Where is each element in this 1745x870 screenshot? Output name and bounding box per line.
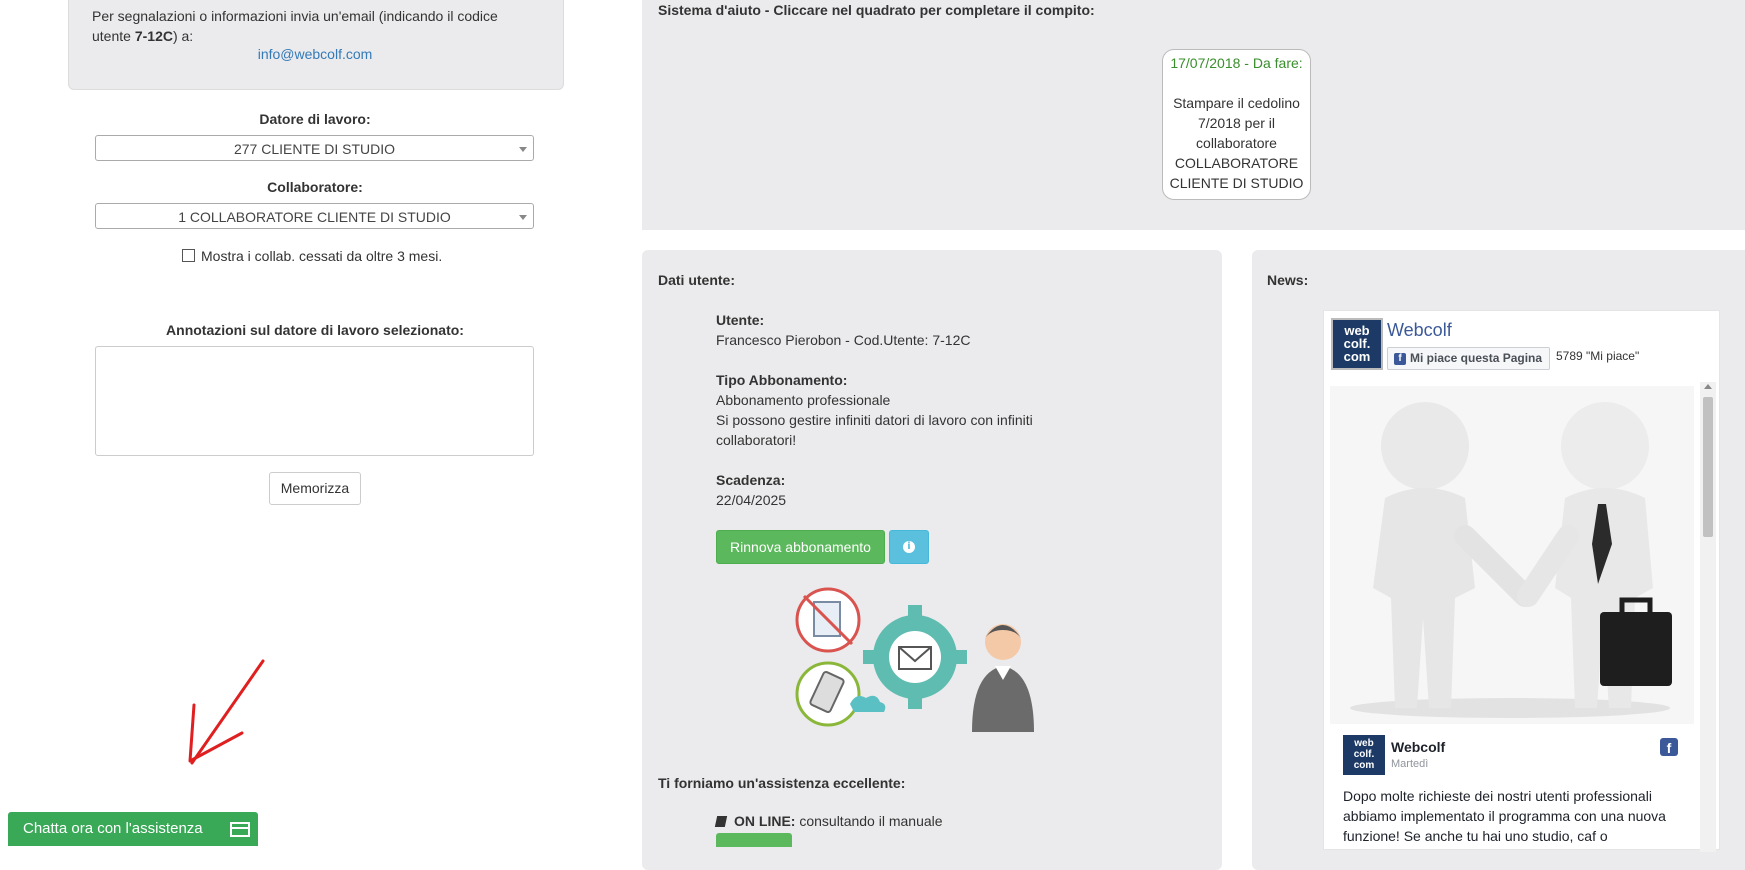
chat-window-icon	[230, 822, 250, 837]
assistance-title: Ti forniamo un'assistenza eccellente:	[658, 775, 906, 791]
save-notes-button[interactable]: Memorizza	[269, 472, 361, 505]
like-page-label: Mi piace questa Pagina	[1410, 351, 1543, 365]
dropdown-arrow-icon	[519, 215, 527, 220]
dropdown-arrow-icon	[519, 147, 527, 152]
expiry-label: Scadenza:	[716, 472, 786, 488]
chat-label: Chatta ora con l'assistenza	[23, 820, 203, 837]
logo-line: colf.	[1353, 749, 1375, 760]
post-date[interactable]: Martedì	[1391, 758, 1428, 770]
subscription-desc-2: collaboratori!	[716, 432, 797, 448]
contact-user-code: 7-12C	[134, 28, 173, 44]
info-icon: i	[903, 541, 915, 553]
contact-line-2-suffix: ) a:	[172, 28, 194, 44]
webcolf-logo[interactable]: web colf. com	[1331, 318, 1383, 370]
info-button[interactable]: i	[889, 530, 929, 564]
post-avatar[interactable]: web colf. com	[1343, 735, 1385, 775]
online-assistance: ON LINE: consultando il manuale	[714, 813, 943, 829]
task-line: 7/2018 per il	[1197, 115, 1276, 131]
online-label: ON LINE:	[734, 813, 796, 829]
expiry-info: Scadenza: 22/04/2025	[716, 470, 1056, 510]
logo-line: com	[1343, 349, 1371, 364]
manual-button[interactable]	[716, 833, 792, 847]
notes-textarea[interactable]	[95, 346, 534, 456]
collaborator-select-value: 1 COLLABORATORE CLIENTE DI STUDIO	[178, 209, 451, 225]
scrollbar-thumb[interactable]	[1703, 397, 1713, 537]
facebook-page-name[interactable]: Webcolf	[1387, 320, 1452, 341]
book-icon	[714, 816, 728, 827]
logo-line: com	[1353, 760, 1375, 771]
logo-line: web	[1354, 738, 1374, 749]
news-title: News:	[1267, 272, 1309, 288]
renew-subscription-button[interactable]: Rinnova abbonamento	[716, 530, 885, 564]
like-count: 5789 "Mi piace"	[1556, 349, 1640, 363]
facebook-icon[interactable]: f	[1660, 738, 1678, 756]
contact-text: Per segnalazioni o informazioni invia un…	[92, 6, 542, 46]
chat-assistance-button[interactable]: Chatta ora con l'assistenza	[8, 812, 258, 846]
like-page-button[interactable]: f Mi piace questa Pagina	[1387, 347, 1550, 370]
employer-label: Datore di lavoro:	[259, 111, 371, 127]
user-data-title: Dati utente:	[658, 272, 735, 288]
post-image[interactable]	[1330, 386, 1694, 724]
help-title: Sistema d'aiuto - Cliccare nel quadrato …	[658, 2, 1095, 18]
task-card[interactable]: 17/07/2018 - Da fare: Stampare il cedoli…	[1162, 49, 1311, 200]
subscription-desc-1: Si possono gestire infiniti datori di la…	[716, 412, 1033, 428]
contact-email-link[interactable]: info@webcolf.com	[68, 46, 562, 62]
user-value: Francesco Pierobon - Cod.Utente: 7-12C	[716, 332, 971, 348]
notes-label: Annotazioni sul datore di lavoro selezio…	[166, 322, 464, 338]
scroll-up-arrow-icon[interactable]	[1704, 384, 1712, 389]
employer-select[interactable]: 277 CLIENTE DI STUDIO	[95, 135, 534, 161]
subscription-info: Tipo Abbonamento: Abbonamento profession…	[716, 370, 1056, 450]
collaborator-label: Collaboratore:	[267, 179, 363, 195]
task-line: Stampare il cedolino	[1173, 95, 1300, 111]
contact-line-1: Per segnalazioni o informazioni invia un…	[92, 8, 498, 24]
employer-select-value: 277 CLIENTE DI STUDIO	[233, 141, 396, 157]
red-arrow-annotation	[188, 659, 265, 765]
facebook-icon: f	[1394, 353, 1406, 365]
contact-line-2-prefix: utente	[92, 28, 135, 44]
user-label: Utente:	[716, 312, 765, 328]
show-ceased-row[interactable]: Mostra i collab. cessati da oltre 3 mesi…	[182, 248, 442, 264]
online-text: consultando il manuale	[795, 813, 943, 829]
collaborator-select[interactable]: 1 COLLABORATORE CLIENTE DI STUDIO	[95, 203, 534, 229]
handshake-illustration	[1330, 386, 1694, 724]
user-info: Utente: Francesco Pierobon - Cod.Utente:…	[716, 310, 1056, 350]
task-date-status: 17/07/2018 - Da fare:	[1170, 55, 1303, 71]
expiry-value: 22/04/2025	[716, 492, 787, 508]
service-illustration	[795, 587, 1034, 732]
task-line: COLLABORATORE	[1174, 155, 1299, 171]
show-ceased-label: Mostra i collab. cessati da oltre 3 mesi…	[201, 248, 443, 264]
post-author[interactable]: Webcolf	[1391, 739, 1445, 755]
subscription-value: Abbonamento professionale	[716, 392, 891, 408]
post-text: Dopo molte richieste dei nostri utenti p…	[1343, 788, 1666, 844]
task-line: CLIENTE DI STUDIO	[1169, 175, 1304, 191]
show-ceased-checkbox[interactable]	[182, 249, 195, 262]
task-line: collaboratore	[1196, 135, 1277, 151]
subscription-label: Tipo Abbonamento:	[716, 372, 848, 388]
